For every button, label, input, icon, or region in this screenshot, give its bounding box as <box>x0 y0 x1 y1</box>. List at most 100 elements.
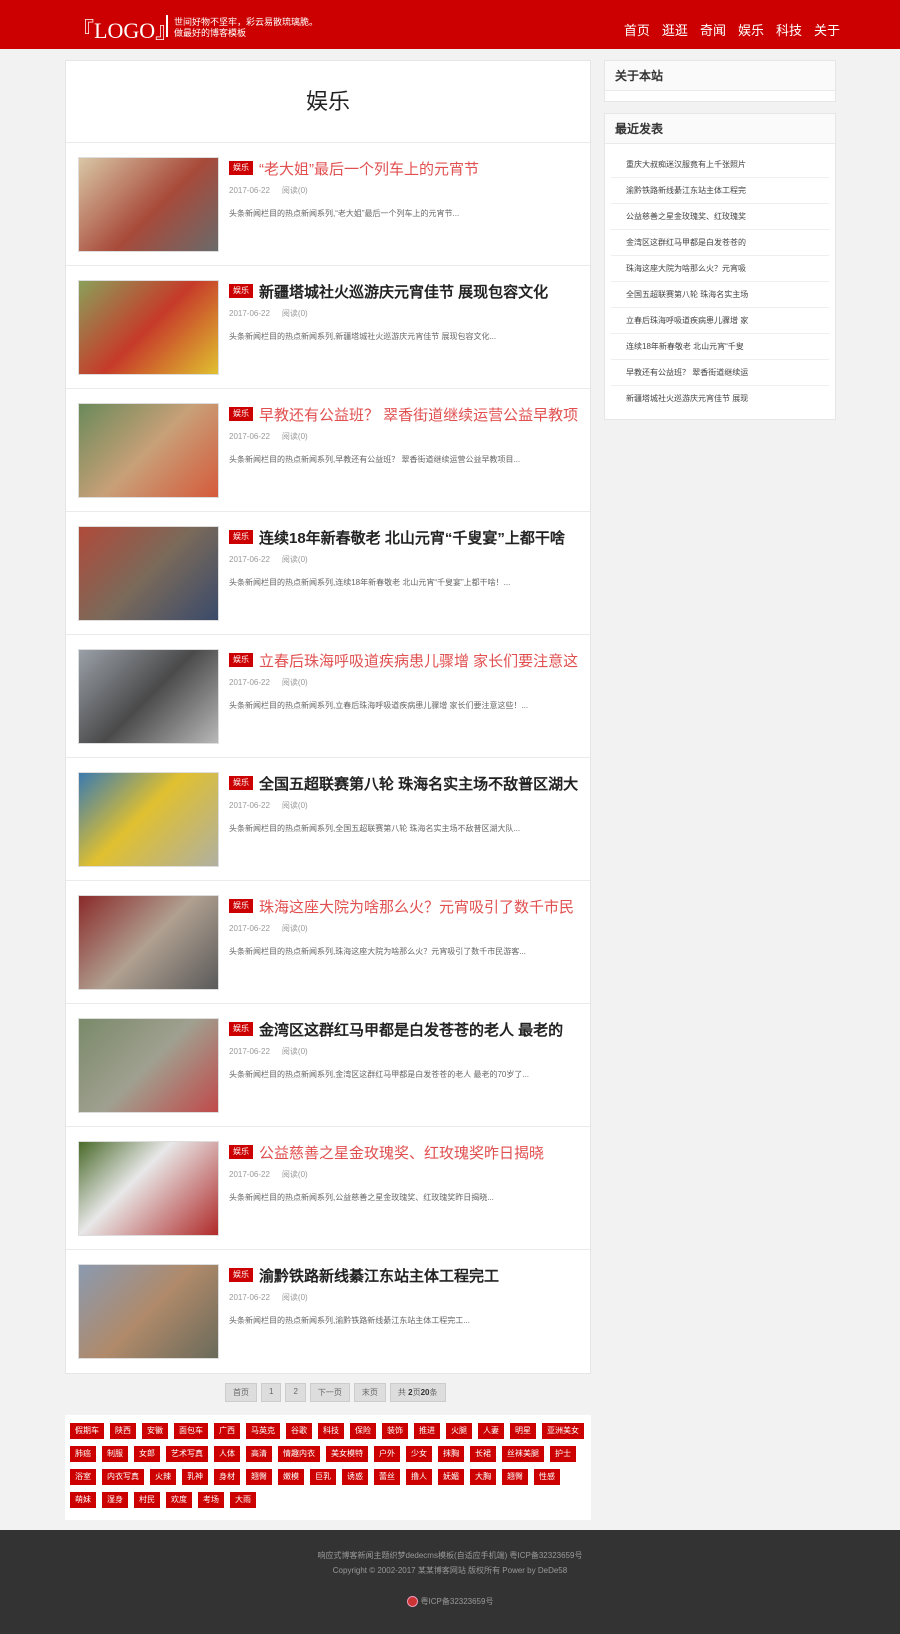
article-thumbnail[interactable] <box>78 895 219 990</box>
article-title[interactable]: 全国五超联赛第八轮 珠海名实主场不敌普区湖大 <box>259 773 578 794</box>
article-title[interactable]: 公益慈善之星金玫瑰奖、红玫瑰奖昨日揭晓 <box>259 1142 544 1163</box>
tag-link[interactable]: 面包车 <box>174 1423 208 1439</box>
recent-post-link[interactable]: 公益慈善之星金玫瑰奖、红玫瑰奖 <box>611 204 829 230</box>
article-thumbnail[interactable] <box>78 1018 219 1113</box>
article-category-tag[interactable]: 娱乐 <box>229 776 253 790</box>
article-title[interactable]: 早教还有公益班？ 翠香街道继续运营公益早教项 <box>259 404 578 425</box>
tag-link[interactable]: 诱惑 <box>342 1469 368 1485</box>
tag-link[interactable]: 艺术写真 <box>166 1446 208 1462</box>
tag-link[interactable]: 推进 <box>414 1423 440 1439</box>
page-first-button[interactable]: 首页 <box>225 1383 257 1402</box>
tag-link[interactable]: 嫩模 <box>278 1469 304 1485</box>
tag-link[interactable]: 美女模特 <box>326 1446 368 1462</box>
article-thumbnail[interactable] <box>78 526 219 621</box>
tag-link[interactable]: 陕西 <box>110 1423 136 1439</box>
article-thumbnail[interactable] <box>78 649 219 744</box>
tag-link[interactable]: 人妻 <box>478 1423 504 1439</box>
recent-post-link[interactable]: 连续18年新春敬老 北山元宵“千叟 <box>611 334 829 360</box>
nav-home[interactable]: 首页 <box>624 20 650 39</box>
recent-post-link[interactable]: 珠海这座大院为啥那么火？元宵吸 <box>611 256 829 282</box>
article-category-tag[interactable]: 娱乐 <box>229 1022 253 1036</box>
tag-link[interactable]: 人体 <box>214 1446 240 1462</box>
recent-post-link[interactable]: 早教还有公益班？ 翠香街道继续运 <box>611 360 829 386</box>
article-thumbnail[interactable] <box>78 1141 219 1236</box>
page-1-button[interactable]: 1 <box>261 1383 282 1402</box>
tag-link[interactable]: 湿身 <box>102 1492 128 1508</box>
page-next-button[interactable]: 下一页 <box>309 1383 350 1402</box>
footer-icp[interactable]: 粤ICP备32323659号 <box>0 1596 900 1607</box>
tag-link[interactable]: 假期车 <box>70 1423 104 1439</box>
article-thumbnail[interactable] <box>78 772 219 867</box>
tag-link[interactable]: 撸人 <box>406 1469 432 1485</box>
tag-link[interactable]: 浴室 <box>70 1469 96 1485</box>
tag-link[interactable]: 性感 <box>534 1469 560 1485</box>
article-category-tag[interactable]: 娱乐 <box>229 161 253 175</box>
tag-link[interactable]: 广西 <box>214 1423 240 1439</box>
tag-link[interactable]: 肺癌 <box>70 1446 96 1462</box>
tag-link[interactable]: 翘臀 <box>246 1469 272 1485</box>
recent-post-link[interactable]: 立春后珠海呼吸道疾病患儿骤增 家 <box>611 308 829 334</box>
tag-link[interactable]: 火腿 <box>446 1423 472 1439</box>
article-title[interactable]: 连续18年新春敬老 北山元宵“千叟宴”上都干啥 <box>259 527 565 548</box>
article-category-tag[interactable]: 娱乐 <box>229 1145 253 1159</box>
tag-link[interactable]: 情趣内衣 <box>278 1446 320 1462</box>
article-thumbnail[interactable] <box>78 403 219 498</box>
tag-link[interactable]: 翘臀 <box>502 1469 528 1485</box>
tag-link[interactable]: 妩媚 <box>438 1469 464 1485</box>
page-last-button[interactable]: 末页 <box>353 1383 386 1402</box>
tag-link[interactable]: 马英克 <box>246 1423 280 1439</box>
tag-link[interactable]: 亚洲美女 <box>542 1423 584 1439</box>
tag-link[interactable]: 丝袜美腿 <box>502 1446 544 1462</box>
page-2-button[interactable]: 2 <box>285 1383 306 1402</box>
article-title[interactable]: 金湾区这群红马甲都是白发苍苍的老人 最老的 <box>259 1019 563 1040</box>
tag-link[interactable]: 村民 <box>134 1492 160 1508</box>
article-category-tag[interactable]: 娱乐 <box>229 899 253 913</box>
article-category-tag[interactable]: 娱乐 <box>229 530 253 544</box>
tag-link[interactable]: 内衣写真 <box>102 1469 144 1485</box>
tag-link[interactable]: 考场 <box>198 1492 224 1508</box>
tag-link[interactable]: 乳神 <box>182 1469 208 1485</box>
nav-browse[interactable]: 逛逛 <box>662 20 688 39</box>
tag-link[interactable]: 欢度 <box>166 1492 192 1508</box>
tag-link[interactable]: 保险 <box>350 1423 376 1439</box>
tag-link[interactable]: 科技 <box>318 1423 344 1439</box>
tag-link[interactable]: 装饰 <box>382 1423 408 1439</box>
tag-link[interactable]: 抹胸 <box>438 1446 464 1462</box>
article-category-tag[interactable]: 娱乐 <box>229 653 253 667</box>
nav-oddities[interactable]: 奇闻 <box>700 20 726 39</box>
recent-post-link[interactable]: 新疆塔城社火巡游庆元宵佳节 展现 <box>611 386 829 412</box>
article-title[interactable]: 珠海这座大院为啥那么火？元宵吸引了数千市民 <box>259 896 574 917</box>
article-title[interactable]: 新疆塔城社火巡游庆元宵佳节 展现包容文化 <box>259 281 548 302</box>
tag-link[interactable]: 制服 <box>102 1446 128 1462</box>
article-title[interactable]: “老大姐”最后一个列车上的元宵节 <box>259 158 479 179</box>
recent-post-link[interactable]: 渝黔铁路新线綦江东站主体工程完 <box>611 178 829 204</box>
recent-post-link[interactable]: 金湾区这群红马甲都是白发苍苍的 <box>611 230 829 256</box>
tag-link[interactable]: 蕾丝 <box>374 1469 400 1485</box>
tag-link[interactable]: 谷歌 <box>286 1423 312 1439</box>
article-category-tag[interactable]: 娱乐 <box>229 284 253 298</box>
tag-link[interactable]: 火辣 <box>150 1469 176 1485</box>
article-title[interactable]: 渝黔铁路新线綦江东站主体工程完工 <box>259 1265 499 1286</box>
tag-link[interactable]: 护士 <box>550 1446 576 1462</box>
tag-link[interactable]: 安徽 <box>142 1423 168 1439</box>
tag-link[interactable]: 身材 <box>214 1469 240 1485</box>
article-thumbnail[interactable] <box>78 157 219 252</box>
tag-link[interactable]: 明星 <box>510 1423 536 1439</box>
nav-about[interactable]: 关于 <box>814 20 840 39</box>
tag-link[interactable]: 少女 <box>406 1446 432 1462</box>
article-category-tag[interactable]: 娱乐 <box>229 407 253 421</box>
recent-post-link[interactable]: 重庆大叔痴迷汉服竟有上千张照片 <box>611 152 829 178</box>
article-thumbnail[interactable] <box>78 280 219 375</box>
tag-link[interactable]: 女郎 <box>134 1446 160 1462</box>
article-thumbnail[interactable] <box>78 1264 219 1359</box>
tag-link[interactable]: 萌妹 <box>70 1492 96 1508</box>
tag-link[interactable]: 高清 <box>246 1446 272 1462</box>
tag-link[interactable]: 大雨 <box>230 1492 256 1508</box>
site-logo[interactable]: 『LOGO』 <box>72 13 177 45</box>
tag-link[interactable]: 大胸 <box>470 1469 496 1485</box>
article-title[interactable]: 立春后珠海呼吸道疾病患儿骤增 家长们要注意这 <box>259 650 578 671</box>
tag-link[interactable]: 户外 <box>374 1446 400 1462</box>
recent-post-link[interactable]: 全国五超联赛第八轮 珠海名实主场 <box>611 282 829 308</box>
tag-link[interactable]: 长裙 <box>470 1446 496 1462</box>
tag-link[interactable]: 巨乳 <box>310 1469 336 1485</box>
